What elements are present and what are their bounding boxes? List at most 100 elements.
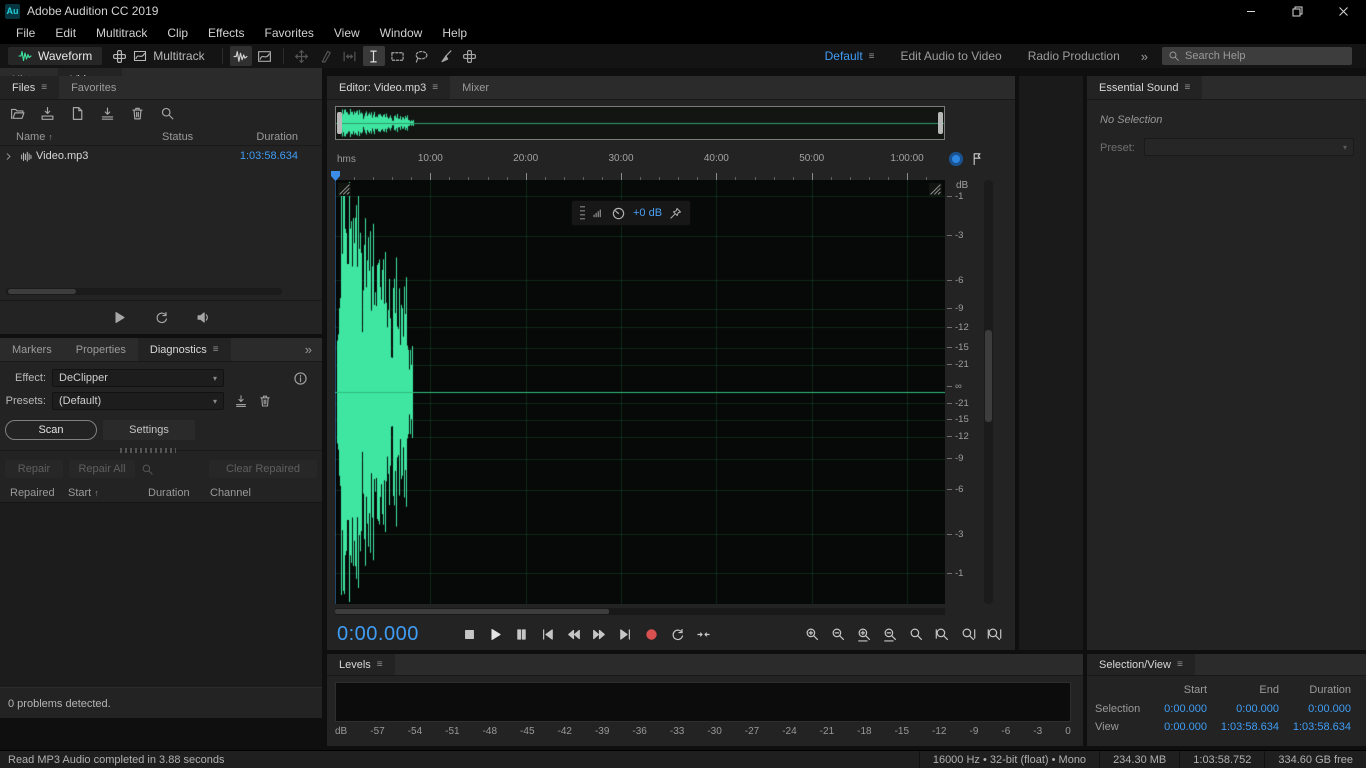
overview-waveform[interactable] xyxy=(336,107,944,139)
diagnostics-column-headers[interactable]: Repaired Start ↑ Duration Channel xyxy=(0,484,322,502)
preset-dropdown[interactable]: ▾ xyxy=(1144,138,1354,156)
menu-multitrack[interactable]: Multitrack xyxy=(86,22,157,44)
playhead-time-display[interactable]: 0:00.000 xyxy=(337,623,459,646)
repair-button[interactable]: Repair xyxy=(5,460,63,478)
hud-gain-value[interactable]: +0 dB xyxy=(633,207,662,219)
zoom-in-amplitude-button[interactable] xyxy=(802,624,823,644)
overview-left-handle[interactable] xyxy=(337,112,342,134)
zoom-out-time-button[interactable] xyxy=(880,624,901,644)
play-button[interactable] xyxy=(485,624,506,644)
hud-volume-control[interactable]: +0 dB xyxy=(571,200,692,226)
menu-clip[interactable]: Clip xyxy=(157,22,198,44)
menu-favorites[interactable]: Favorites xyxy=(255,22,324,44)
tab-mixer[interactable]: Mixer xyxy=(450,76,501,99)
panel-menu-icon[interactable]: ≡ xyxy=(41,82,47,93)
new-item-button[interactable] xyxy=(66,103,88,123)
razor-tool[interactable] xyxy=(315,46,337,66)
level-meter[interactable] xyxy=(335,682,1071,722)
spectral-display-toggle[interactable] xyxy=(254,46,276,66)
timeline-ruler[interactable]: hms 10:00 20:00 30:00 40:00 50:00 1:00:00 xyxy=(331,150,945,181)
minimize-button[interactable] xyxy=(1228,0,1274,22)
scrollbar-thumb[interactable] xyxy=(335,609,609,614)
tab-markers[interactable]: Markers xyxy=(0,338,64,361)
effect-dropdown[interactable]: DeClipper ▾ xyxy=(52,369,224,387)
horizontal-scrollbar[interactable] xyxy=(335,608,945,615)
waveform-display-toggle[interactable] xyxy=(229,46,252,66)
marquee-selection-tool[interactable] xyxy=(387,46,409,66)
rewind-button[interactable] xyxy=(563,624,584,644)
auto-play-button[interactable] xyxy=(192,308,214,328)
amplitude-scale[interactable]: dB -1 -3 -6 -9 -12 -15 -21 ∞ -21 -15 -12 -9 -6 -3 -1 xyxy=(947,180,981,604)
zoom-to-in-point-button[interactable] xyxy=(932,624,953,644)
tab-diagnostics[interactable]: Diagnostics ≡ xyxy=(137,338,231,361)
loop-button[interactable] xyxy=(667,624,688,644)
restore-button[interactable] xyxy=(1274,0,1320,22)
find-repair-icon[interactable] xyxy=(141,463,154,476)
zoom-out-amplitude-button[interactable] xyxy=(828,624,849,644)
repair-all-button[interactable]: Repair All xyxy=(69,460,135,478)
zoom-to-out-point-button[interactable] xyxy=(958,624,979,644)
info-icon[interactable] xyxy=(293,371,308,386)
panel-menu-icon[interactable]: ≡ xyxy=(1177,659,1183,670)
files-horizontal-scrollbar[interactable] xyxy=(6,288,282,295)
open-file-button[interactable] xyxy=(6,103,28,123)
menu-edit[interactable]: Edit xyxy=(45,22,86,44)
workspace-overflow-icon[interactable]: » xyxy=(1133,49,1156,64)
panel-menu-icon[interactable]: ≡ xyxy=(377,659,383,670)
file-row[interactable]: Video.mp3 1:03:58.634 xyxy=(0,147,322,165)
overview-navigator[interactable] xyxy=(335,106,945,140)
tab-properties[interactable]: Properties xyxy=(64,338,138,361)
divider-grip-icon[interactable] xyxy=(120,448,176,453)
expand-chevron-icon[interactable] xyxy=(0,151,16,162)
volume-knob-icon[interactable] xyxy=(611,206,626,221)
lasso-selection-tool[interactable] xyxy=(411,46,433,66)
add-marker-icon[interactable] xyxy=(970,152,984,166)
menu-help[interactable]: Help xyxy=(432,22,477,44)
stop-button[interactable] xyxy=(459,624,480,644)
tab-levels[interactable]: Levels ≡ xyxy=(327,654,395,675)
panel-menu-icon[interactable]: ≡ xyxy=(213,344,219,355)
scrollbar-thumb[interactable] xyxy=(8,289,76,294)
zoom-to-selection-button[interactable] xyxy=(984,624,1005,644)
vertical-scrollbar[interactable] xyxy=(984,180,993,604)
panel-menu-icon[interactable]: ≡ xyxy=(1185,82,1191,93)
workspace-default[interactable]: Default ≡ xyxy=(812,49,888,63)
waveform-canvas[interactable] xyxy=(335,180,945,604)
pin-icon[interactable] xyxy=(669,207,682,220)
panel-divider[interactable] xyxy=(0,448,322,453)
pause-button[interactable] xyxy=(511,624,532,644)
diagnostics-results-list[interactable] xyxy=(0,502,322,688)
tab-favorites[interactable]: Favorites xyxy=(59,76,128,99)
play-button[interactable] xyxy=(108,308,130,328)
skip-button[interactable] xyxy=(693,624,714,644)
panel-menu-icon[interactable]: ≡ xyxy=(432,82,438,93)
menu-window[interactable]: Window xyxy=(370,22,433,44)
waveform-display[interactable]: +0 dB xyxy=(335,180,945,604)
waveform-mode-button[interactable]: Waveform xyxy=(8,47,103,65)
zoom-in-time-button[interactable] xyxy=(854,624,875,644)
search-button[interactable] xyxy=(156,103,178,123)
zoom-reset-button[interactable] xyxy=(906,624,927,644)
paintbrush-selection-tool[interactable] xyxy=(435,46,457,66)
workspace-menu-icon[interactable]: ≡ xyxy=(869,51,875,62)
move-tool[interactable] xyxy=(291,46,313,66)
display-splitter-handle[interactable] xyxy=(338,183,351,196)
save-preset-icon[interactable] xyxy=(234,394,248,408)
import-file-button[interactable] xyxy=(36,103,58,123)
fast-forward-button[interactable] xyxy=(589,624,610,644)
tab-files[interactable]: Files ≡ xyxy=(0,76,60,99)
tab-essential-sound[interactable]: Essential Sound ≡ xyxy=(1087,76,1203,99)
export-button[interactable] xyxy=(96,103,118,123)
search-input[interactable] xyxy=(1185,50,1346,62)
display-splitter-handle[interactable] xyxy=(929,183,942,196)
tab-editor-video-mp3[interactable]: Editor: Video.mp3 ≡ xyxy=(327,76,451,99)
record-button[interactable] xyxy=(641,624,662,644)
menu-file[interactable]: File xyxy=(6,22,45,44)
monitoring-icon[interactable] xyxy=(949,152,963,166)
workspace-radio-production[interactable]: Radio Production xyxy=(1015,49,1133,63)
skip-to-end-button[interactable] xyxy=(615,624,636,644)
loop-button[interactable] xyxy=(150,308,172,328)
delete-preset-icon[interactable] xyxy=(258,394,272,408)
time-selection-tool[interactable] xyxy=(362,46,385,66)
tab-overflow-icon[interactable]: » xyxy=(295,338,322,361)
